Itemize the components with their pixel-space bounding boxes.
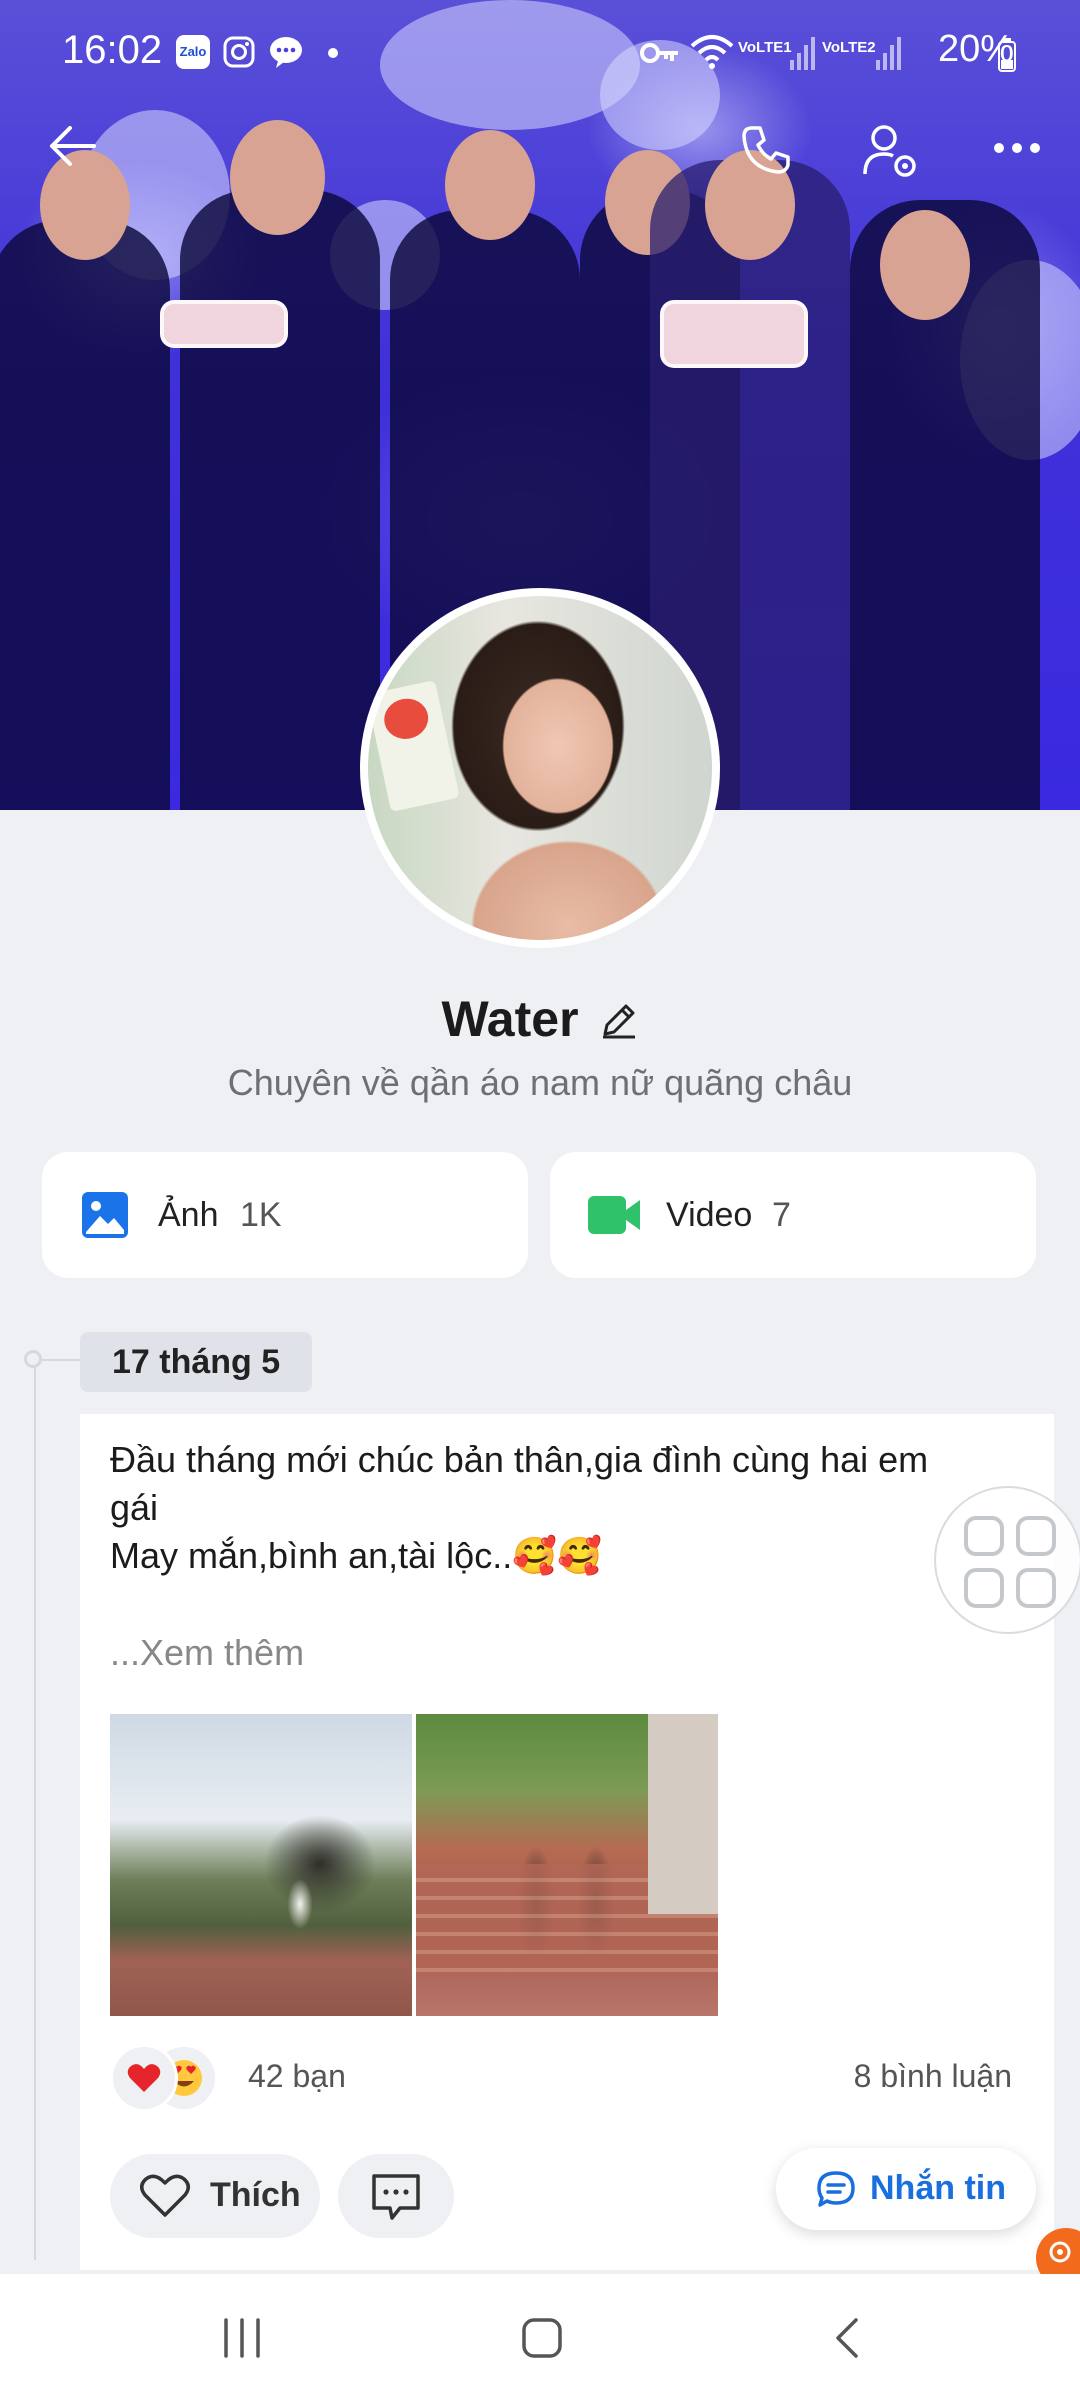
home-button[interactable] bbox=[520, 2316, 564, 2365]
birthday-cake bbox=[160, 300, 288, 348]
person-silhouette bbox=[0, 220, 170, 810]
post-photo-2[interactable] bbox=[416, 1714, 718, 2016]
heart-reaction-icon bbox=[110, 2044, 178, 2112]
chat-bubble-icon bbox=[817, 2171, 855, 2207]
volte1-label: VoLTE1 bbox=[738, 39, 792, 56]
timeline-date: 17 tháng 5 bbox=[80, 1332, 313, 1392]
post-card[interactable]: Đầu tháng mới chúc bản thân,gia đình cùn… bbox=[80, 1414, 1054, 2270]
videos-count: 7 bbox=[772, 1196, 791, 1234]
signal-icon bbox=[790, 36, 816, 75]
comment-icon bbox=[372, 2174, 420, 2220]
status-bar: 16:02 Zalo VoLTE1 VoLTE2 20% bbox=[0, 0, 1080, 110]
vpn-key-icon bbox=[640, 40, 680, 71]
pencil-icon bbox=[602, 1004, 635, 1039]
wifi-icon bbox=[690, 34, 734, 75]
timeline-dot bbox=[24, 1350, 42, 1368]
more-horizontal-icon bbox=[994, 143, 1040, 153]
videos-label: Video bbox=[666, 1196, 753, 1234]
avatar[interactable] bbox=[360, 588, 720, 948]
floating-apps-button[interactable] bbox=[934, 1486, 1080, 1634]
like-label: Thích bbox=[210, 2176, 301, 2214]
post-text-line: May mắn,bình an,tài lộc..🥰🥰 bbox=[110, 1535, 602, 1576]
call-button[interactable] bbox=[738, 122, 794, 183]
profile-name: Water bbox=[441, 991, 579, 1047]
send-message-label: Nhắn tin bbox=[870, 2169, 1006, 2207]
photos-label: Ảnh bbox=[158, 1196, 219, 1234]
reaction-count: 42 bạn bbox=[248, 2058, 346, 2094]
birthday-cake bbox=[660, 300, 808, 368]
photos-card[interactable]: Ảnh 1K bbox=[42, 1152, 528, 1278]
instagram-icon bbox=[222, 35, 256, 74]
photo-building bbox=[648, 1714, 718, 1914]
person-head bbox=[230, 120, 325, 235]
timeline-branch bbox=[42, 1359, 80, 1361]
avatar-photo bbox=[368, 596, 712, 940]
photos-count: 1K bbox=[240, 1196, 282, 1234]
battery-icon bbox=[998, 38, 1016, 77]
person-head bbox=[880, 210, 970, 320]
post-photo-1[interactable] bbox=[110, 1714, 412, 2016]
messenger-icon bbox=[268, 35, 304, 74]
grid-icon bbox=[964, 1516, 1056, 1608]
signal-icon bbox=[876, 36, 902, 75]
post-text: Đầu tháng mới chúc bản thân,gia đình cùn… bbox=[110, 1436, 1010, 1580]
zalo-icon: Zalo bbox=[176, 35, 210, 69]
recent-apps-icon bbox=[224, 2318, 260, 2358]
notification-dot-icon bbox=[328, 48, 338, 58]
user-settings-icon bbox=[863, 125, 916, 177]
comment-button[interactable] bbox=[338, 2154, 454, 2238]
system-back-button[interactable] bbox=[826, 2316, 870, 2365]
heart-outline-icon bbox=[140, 2174, 190, 2217]
home-icon bbox=[522, 2318, 562, 2358]
phone-icon bbox=[742, 126, 790, 174]
profile-bio: Chuyên về qần áo nam nữ quãng châu bbox=[227, 1062, 853, 1103]
back-button[interactable] bbox=[46, 120, 98, 177]
more-button[interactable] bbox=[992, 140, 1042, 161]
comment-count[interactable]: 8 bình luận bbox=[854, 2058, 1012, 2095]
arrow-left-icon bbox=[50, 126, 96, 166]
person-head bbox=[445, 130, 535, 240]
timeline-line bbox=[34, 1360, 36, 2260]
see-more-link[interactable]: ...Xem thêm bbox=[110, 1632, 304, 1674]
avatar-background-sign bbox=[368, 680, 460, 812]
recent-apps-button[interactable] bbox=[220, 2316, 264, 2365]
image-icon bbox=[82, 1192, 128, 1238]
edit-name-button[interactable] bbox=[599, 994, 639, 1052]
status-time: 16:02 bbox=[62, 28, 163, 72]
chevron-left-icon bbox=[836, 2318, 858, 2358]
profile-name-row: Water bbox=[0, 990, 1080, 1052]
person-silhouette bbox=[180, 190, 380, 810]
send-message-button[interactable]: Nhắn tin bbox=[776, 2148, 1036, 2230]
like-button[interactable]: Thích bbox=[110, 2154, 320, 2238]
volte2-label: VoLTE2 bbox=[822, 39, 876, 56]
system-nav-bar bbox=[0, 2274, 1080, 2400]
post-text-line: gái bbox=[110, 1487, 159, 1528]
video-camera-icon bbox=[588, 1196, 640, 1234]
profile-settings-button[interactable] bbox=[862, 122, 920, 185]
post-text-line: Đầu tháng mới chúc bản thân,gia đình cùn… bbox=[110, 1439, 929, 1480]
videos-card[interactable]: Video 7 bbox=[550, 1152, 1036, 1278]
